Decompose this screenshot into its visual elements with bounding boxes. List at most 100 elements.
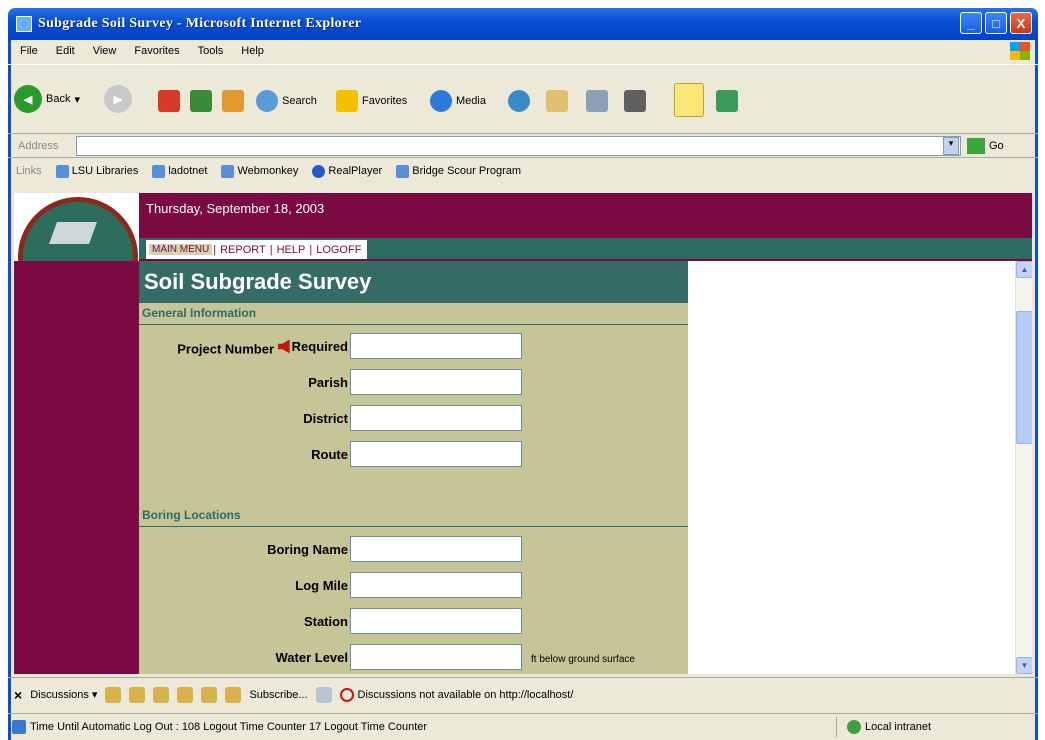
boring-locations-heading: Boring Locations xyxy=(139,505,688,527)
speaker-icon xyxy=(277,339,290,354)
status-bar: Time Until Automatic Log Out : 108 Logou… xyxy=(8,713,1038,739)
boring-name-input[interactable] xyxy=(350,536,522,562)
favorites-star-icon xyxy=(336,90,358,112)
status-text: Time Until Automatic Log Out : 108 Logou… xyxy=(30,720,428,733)
project-number-text: Project Number xyxy=(177,341,275,357)
link-page-icon xyxy=(221,164,235,178)
link-page-icon xyxy=(396,164,410,178)
address-input[interactable] xyxy=(76,135,961,156)
discussion-tool-icon[interactable] xyxy=(129,686,146,703)
route-input[interactable] xyxy=(350,441,522,467)
back-arrow-icon: ◀ xyxy=(14,85,42,113)
station-input[interactable] xyxy=(350,608,522,634)
scroll-thumb[interactable] xyxy=(1016,311,1032,444)
water-level-unit: ft below ground surface xyxy=(531,654,635,665)
standard-toolbar: ◀ Back ▾ ▶ Search Favorites Media xyxy=(8,64,1038,134)
window-title-bar[interactable]: Subgrade Soil Survey - Microsoft Interne… xyxy=(8,8,1038,40)
discussion-tool-icon[interactable] xyxy=(201,686,218,703)
current-date: Thursday, September 18, 2003 xyxy=(146,201,325,216)
go-arrow-icon xyxy=(967,137,985,154)
favorites-label: Favorites xyxy=(362,95,408,107)
mail-icon[interactable] xyxy=(546,90,568,112)
nav-logoff[interactable]: LOGOFF xyxy=(313,244,364,256)
forward-arrow-icon: ▶ xyxy=(104,85,132,113)
close-button[interactable]: X xyxy=(1010,12,1032,34)
project-number-input[interactable] xyxy=(350,333,522,359)
address-bar: Address ▾ Go xyxy=(8,134,1038,158)
form-title: Soil Subgrade Survey xyxy=(139,261,688,303)
menu-help[interactable]: Help xyxy=(241,45,264,57)
district-input[interactable] xyxy=(350,405,522,431)
water-level-row: Water Level ft below ground surface xyxy=(139,644,688,670)
discussion-tool-icon[interactable] xyxy=(105,686,122,703)
water-level-input[interactable] xyxy=(350,644,522,670)
go-button[interactable]: Go xyxy=(967,137,1004,154)
realplayer-icon xyxy=(312,164,326,178)
media-button[interactable]: Media xyxy=(430,90,486,112)
print-icon[interactable] xyxy=(586,90,608,112)
vertical-scrollbar[interactable]: ▲ ▼ xyxy=(1015,261,1032,674)
discussions-menu[interactable]: Discussions ▾ xyxy=(30,688,97,701)
refresh-icon[interactable] xyxy=(190,90,212,112)
discussion-pane-icon[interactable] xyxy=(315,686,332,703)
discussion-tool-icon[interactable] xyxy=(177,686,194,703)
subscribe-button[interactable]: Subscribe... xyxy=(249,689,307,701)
minimize-button[interactable]: _ xyxy=(960,12,982,34)
link-lsu-libraries[interactable]: LSU Libraries xyxy=(55,164,138,178)
station-row: Station xyxy=(139,608,688,634)
route-label: Route xyxy=(311,447,348,462)
menu-edit[interactable]: Edit xyxy=(56,45,75,57)
search-label: Search xyxy=(282,95,317,107)
link-realplayer[interactable]: RealPlayer xyxy=(312,164,383,178)
favorites-button[interactable]: Favorites xyxy=(336,90,407,112)
scroll-up-icon[interactable]: ▲ xyxy=(1016,261,1032,278)
scroll-down-icon[interactable]: ▼ xyxy=(1016,657,1032,674)
nav-help[interactable]: HELP xyxy=(274,244,309,256)
dotd-seal-logo xyxy=(14,193,139,317)
close-discussions-icon[interactable]: × xyxy=(14,687,22,703)
search-icon xyxy=(256,90,278,112)
required-indicator: Required xyxy=(277,339,348,354)
address-dropdown-icon[interactable]: ▾ xyxy=(943,136,959,155)
window-title: Subgrade Soil Survey - Microsoft Interne… xyxy=(38,16,362,31)
log-mile-input[interactable] xyxy=(350,572,522,598)
discussion-tool-icon[interactable] xyxy=(225,686,242,703)
media-label: Media xyxy=(456,95,486,107)
left-sidebar xyxy=(14,261,139,674)
discussions-notice: Discussions not available on http://loca… xyxy=(339,687,573,702)
history-icon[interactable] xyxy=(508,90,530,112)
parish-label: Parish xyxy=(308,375,348,390)
menu-tools[interactable]: Tools xyxy=(198,45,224,57)
edit-icon[interactable] xyxy=(624,90,646,112)
parish-input[interactable] xyxy=(350,369,522,395)
link-page-icon xyxy=(55,164,69,178)
back-button[interactable]: ◀ Back ▾ xyxy=(14,85,80,113)
link-label: ladotnet xyxy=(168,165,208,177)
link-ladotnet[interactable]: ladotnet xyxy=(152,164,208,178)
station-label: Station xyxy=(303,614,348,629)
chevron-down-icon: ▾ xyxy=(74,93,80,106)
windows-logo-icon xyxy=(1010,42,1030,60)
menu-favorites[interactable]: Favorites xyxy=(134,45,179,57)
notes-icon[interactable] xyxy=(674,83,704,117)
nav-report[interactable]: REPORT xyxy=(217,244,269,256)
search-button[interactable]: Search xyxy=(256,90,317,112)
maximize-button[interactable]: □ xyxy=(985,12,1007,34)
media-icon xyxy=(430,90,452,112)
discussions-bar: × Discussions ▾ Subscribe... Discussions… xyxy=(8,677,1038,711)
menu-file[interactable]: File xyxy=(20,45,38,57)
link-label: RealPlayer xyxy=(328,165,383,177)
general-info-heading: General Information xyxy=(139,303,688,325)
stop-icon[interactable] xyxy=(158,90,180,112)
home-icon[interactable] xyxy=(222,90,244,112)
nav-menu: MAIN MENU | REPORT | HELP | LOGOFF xyxy=(146,240,368,259)
link-bridge-scour[interactable]: Bridge Scour Program xyxy=(396,164,521,178)
discussion-tool-icon[interactable] xyxy=(153,686,170,703)
link-webmonkey[interactable]: Webmonkey xyxy=(221,164,298,178)
forward-button[interactable]: ▶ xyxy=(104,85,132,113)
nav-main-menu[interactable]: MAIN MENU xyxy=(149,244,213,255)
log-mile-label: Log Mile xyxy=(295,578,348,593)
district-row: District xyxy=(139,405,688,431)
menu-view[interactable]: View xyxy=(93,45,117,57)
messenger-icon[interactable] xyxy=(716,90,738,112)
